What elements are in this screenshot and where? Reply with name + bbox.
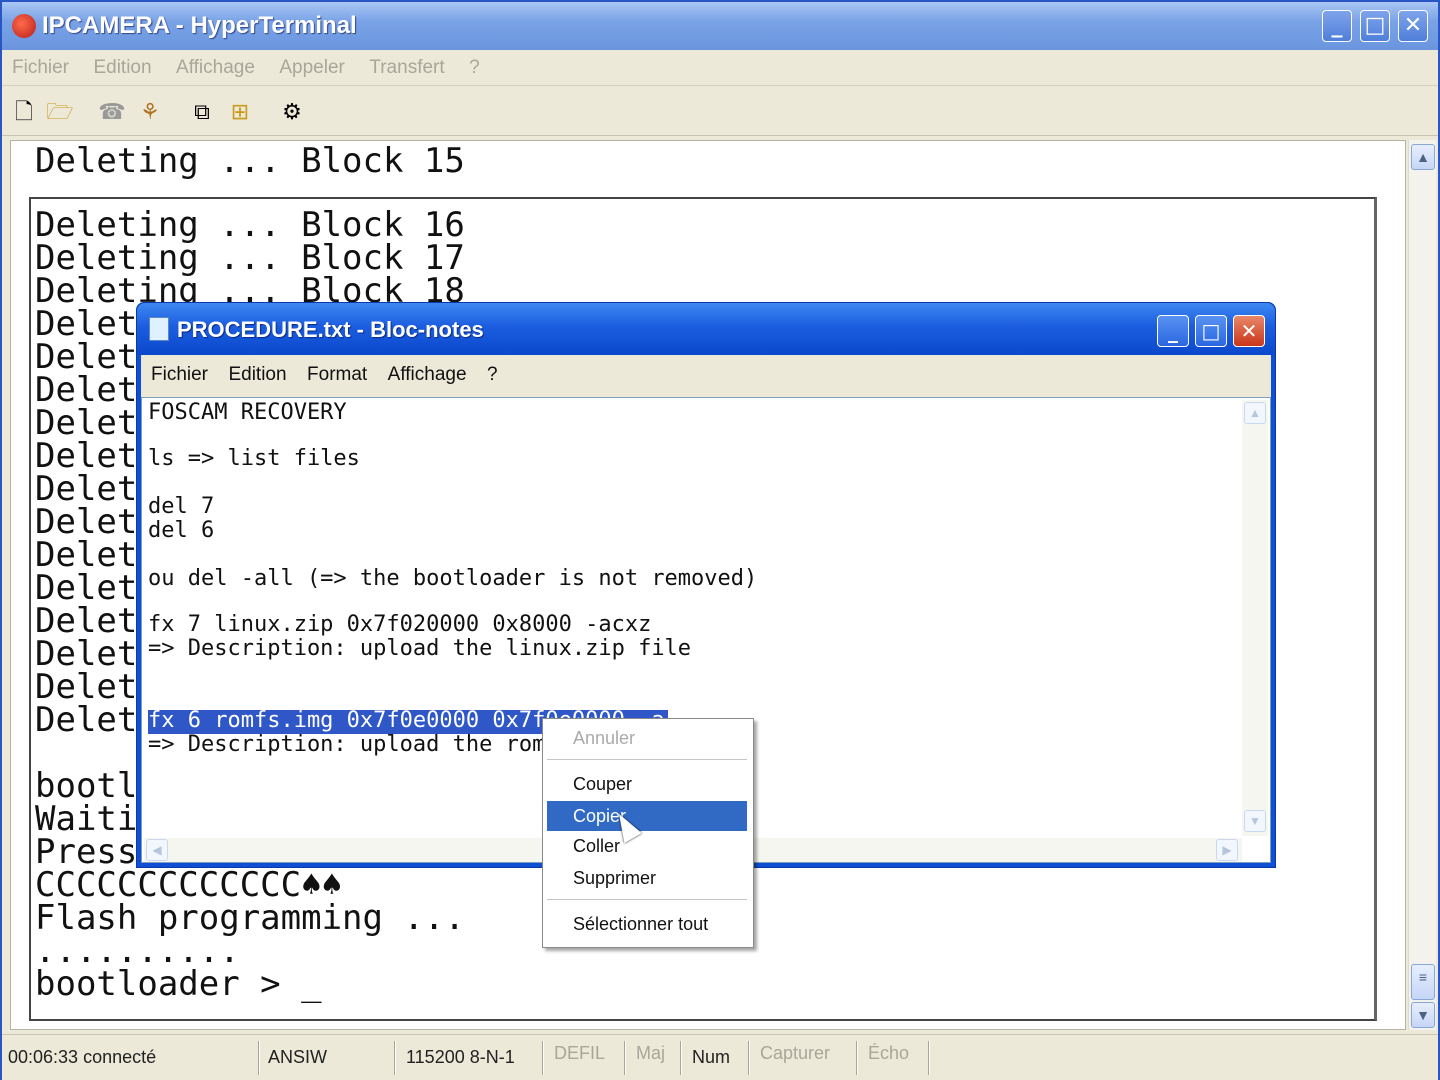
- status-bar: 00:06:33 connecté ANSIW 115200 8-N-1 DEF…: [2, 1034, 1438, 1080]
- title-bar[interactable]: IPCAMERA - HyperTerminal _ □ ✕: [2, 2, 1438, 50]
- receive-icon[interactable]: ⊞: [226, 98, 254, 126]
- np-scroll-down-icon[interactable]: ▼: [1244, 810, 1266, 832]
- notepad-minimize-button[interactable]: _: [1157, 315, 1189, 347]
- text-line: => Description: upload the rom: [148, 732, 546, 757]
- menu-affichage[interactable]: Affichage: [176, 57, 255, 79]
- status-divider: [258, 1041, 260, 1075]
- status-divider: [748, 1041, 750, 1075]
- notepad-title: PROCEDURE.txt - Bloc-notes: [177, 317, 484, 342]
- text-line: FOSCAM RECOVERY: [148, 400, 347, 425]
- menu-bar: Fichier Edition Affichage Appeler Transf…: [2, 50, 1438, 86]
- terminal-prompt: bootloader > _: [35, 964, 322, 1004]
- context-menu: Annuler Couper Copier Coller Supprimer S…: [542, 718, 754, 948]
- ctx-selectionner-tout[interactable]: Sélectionner tout: [547, 909, 747, 939]
- new-icon[interactable]: 🗋: [10, 98, 38, 126]
- ctx-couper[interactable]: Couper: [547, 769, 747, 799]
- ctx-separator: [547, 759, 747, 760]
- status-num: Num: [692, 1047, 731, 1067]
- status-divider: [394, 1041, 396, 1075]
- status-emulation: ANSIW: [268, 1047, 328, 1067]
- menu-edition[interactable]: Edition: [93, 57, 151, 79]
- terminal-line: Deleting ... Block 15: [35, 141, 465, 181]
- terminal-scrollbar[interactable]: ▲ ≡ ▼: [1408, 140, 1436, 1030]
- ctx-copier[interactable]: Copier: [547, 801, 747, 831]
- status-settings: 115200 8-N-1: [406, 1047, 515, 1067]
- menu-fichier[interactable]: Fichier: [12, 57, 69, 79]
- np-scroll-right-icon[interactable]: ▶: [1216, 839, 1238, 861]
- menu-transfert[interactable]: Transfert: [369, 57, 444, 79]
- notepad-close-button[interactable]: ✕: [1233, 315, 1265, 347]
- notepad-vertical-scrollbar[interactable]: ▲ ▼: [1242, 400, 1268, 836]
- status-divider: [856, 1041, 858, 1075]
- status-defil: DEFIL: [554, 1043, 606, 1063]
- np-menu-affichage[interactable]: Affichage: [388, 364, 467, 386]
- text-line: ls => list files: [148, 446, 360, 471]
- ctx-coller[interactable]: Coller: [547, 831, 747, 861]
- status-capture: Capturer: [760, 1043, 831, 1063]
- np-menu-format[interactable]: Format: [307, 364, 367, 386]
- status-divider: [680, 1041, 682, 1075]
- ctx-separator: [547, 899, 747, 900]
- maximize-button[interactable]: □: [1360, 10, 1390, 42]
- ctx-supprimer[interactable]: Supprimer: [547, 863, 747, 893]
- np-menu-help[interactable]: ?: [487, 364, 498, 386]
- text-line: fx 7 linux.zip 0x7f020000 0x8000 -acxz: [148, 612, 652, 637]
- status-maj: Maj: [636, 1043, 666, 1063]
- notepad-title-bar[interactable]: PROCEDURE.txt - Bloc-notes _ □ ✕: [137, 303, 1275, 355]
- minimize-button[interactable]: _: [1322, 10, 1352, 42]
- call-icon[interactable]: ⚘: [136, 98, 164, 126]
- disconnect-icon[interactable]: ☎: [98, 98, 126, 126]
- status-echo: Écho: [868, 1043, 910, 1063]
- np-menu-edition[interactable]: Edition: [228, 364, 286, 386]
- ctx-annuler[interactable]: Annuler: [547, 723, 747, 753]
- status-divider: [542, 1041, 544, 1075]
- text-line: ou del -all (=> the bootloader is not re…: [148, 566, 758, 591]
- text-line: del 6: [148, 518, 215, 543]
- text-line: del 7: [148, 494, 215, 519]
- np-menu-fichier[interactable]: Fichier: [151, 364, 208, 386]
- notepad-icon: [149, 317, 169, 341]
- open-icon[interactable]: 🗁: [46, 98, 74, 126]
- window-title: IPCAMERA - HyperTerminal: [42, 12, 357, 39]
- np-scroll-up-icon[interactable]: ▲: [1244, 402, 1266, 424]
- send-icon[interactable]: ⧉: [188, 98, 216, 126]
- menu-help[interactable]: ?: [469, 57, 480, 79]
- hyperterminal-icon: [12, 14, 36, 38]
- status-divider: [928, 1041, 930, 1075]
- scroll-up-icon[interactable]: ▲: [1411, 144, 1435, 170]
- notepad-maximize-button[interactable]: □: [1195, 315, 1227, 347]
- properties-icon[interactable]: ⚙: [278, 98, 306, 126]
- scroll-down-icon[interactable]: ▼: [1411, 1002, 1435, 1028]
- menu-appeler[interactable]: Appeler: [279, 57, 345, 79]
- text-line: => Description: upload the linux.zip fil…: [148, 636, 692, 661]
- status-connected: 00:06:33 connecté: [8, 1047, 157, 1067]
- notepad-menu-bar: Fichier Edition Format Affichage ?: [141, 355, 1271, 397]
- status-divider: [624, 1041, 626, 1075]
- close-button[interactable]: ✕: [1398, 10, 1428, 42]
- scroll-thumb[interactable]: ≡: [1411, 964, 1435, 1000]
- toolbar: 🗋 🗁 ☎ ⚘ ⧉ ⊞ ⚙: [2, 88, 1438, 136]
- np-scroll-left-icon[interactable]: ◀: [146, 839, 168, 861]
